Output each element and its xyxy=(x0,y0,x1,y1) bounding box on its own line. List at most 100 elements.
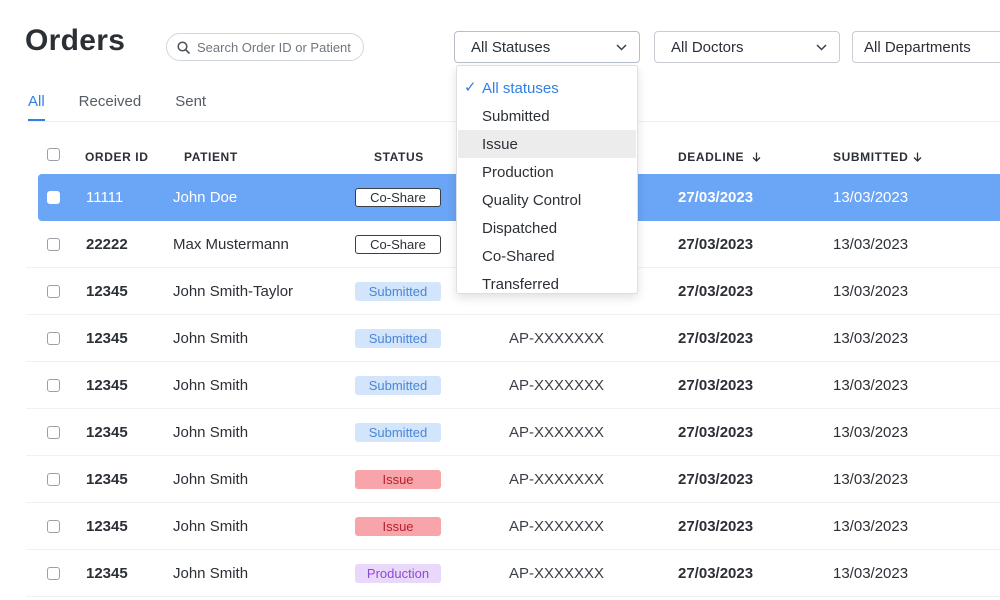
row-checkbox-cell xyxy=(47,409,60,455)
status-option-all-statuses[interactable]: ✓ All statuses xyxy=(458,74,636,102)
patient-cell: Max Mustermann xyxy=(173,235,289,253)
order-id-cell: 12345 xyxy=(86,423,128,441)
row-checkbox[interactable] xyxy=(47,331,60,345)
patient-cell: John Smith xyxy=(173,564,249,582)
header-submitted[interactable]: SUBMITTED xyxy=(833,150,922,164)
status-option-submitted[interactable]: Submitted xyxy=(458,102,636,130)
status-option-co-shared[interactable]: Co-Shared xyxy=(458,242,636,270)
checkmark-icon: ✓ xyxy=(464,79,477,96)
row-checkbox-cell xyxy=(47,174,60,220)
tab-received[interactable]: Received xyxy=(79,93,142,121)
order-id-cell: 22222 xyxy=(86,235,128,253)
reference-cell: AP-XXXXXXX xyxy=(509,564,605,582)
table-row[interactable]: 12345 John Smith Submitted AP-XXXXXXX 27/03/… xyxy=(26,362,1000,409)
tab-sent[interactable]: Sent xyxy=(175,93,206,121)
search-icon xyxy=(177,40,190,54)
row-checkbox[interactable] xyxy=(47,190,60,204)
status-option-label: Co-Shared xyxy=(482,247,555,265)
row-checkbox[interactable] xyxy=(47,566,60,580)
order-id-cell: 12345 xyxy=(86,564,128,582)
row-checkbox-cell xyxy=(47,456,60,502)
deadline-cell: 27/03/2023 xyxy=(678,329,754,347)
patient-cell: John Doe xyxy=(173,188,238,206)
row-checkbox[interactable] xyxy=(47,284,60,298)
status-option-label: Dispatched xyxy=(482,219,558,237)
row-checkbox-cell xyxy=(47,268,60,314)
status-option-issue[interactable]: Issue xyxy=(458,130,636,158)
row-checkbox-cell xyxy=(47,550,60,596)
table-row[interactable]: 12345 John Smith Issue AP-XXXXXXX 27/03/2023… xyxy=(26,503,1000,550)
row-checkbox[interactable] xyxy=(47,425,60,439)
header-status[interactable]: STATUS xyxy=(374,150,424,164)
select-all-checkbox[interactable] xyxy=(47,148,60,161)
status-option-label: All statuses xyxy=(482,79,559,97)
table-row[interactable]: 12345 John Smith Submitted AP-XXXXXXX 27/03/… xyxy=(26,315,1000,362)
reference-cell: AP-XXXXXXX xyxy=(509,376,605,394)
status-option-production[interactable]: Production xyxy=(458,158,636,186)
header-patient[interactable]: PATIENT xyxy=(184,150,238,164)
status-badge: Co-Share xyxy=(355,234,441,254)
status-cell: Submitted xyxy=(355,268,441,314)
submitted-cell: 13/03/2023 xyxy=(833,517,909,535)
status-option-dispatched[interactable]: Dispatched xyxy=(458,214,636,242)
row-checkbox[interactable] xyxy=(47,378,60,392)
department-filter-select[interactable]: All Departments xyxy=(852,31,1000,63)
order-id-cell: 12345 xyxy=(86,470,128,488)
status-cell: Production xyxy=(355,550,441,596)
header-order-id[interactable]: ORDER ID xyxy=(85,150,148,164)
header-submitted-label: SUBMITTED xyxy=(833,150,909,164)
status-badge: Submitted xyxy=(355,281,441,301)
status-option-label: Production xyxy=(482,163,554,181)
status-option-label: Transferred xyxy=(482,275,559,293)
table-row[interactable]: 12345 John Smith Submitted AP-XXXXXXX 27/03/… xyxy=(26,409,1000,456)
search-input[interactable] xyxy=(197,39,357,55)
patient-cell: John Smith xyxy=(173,329,249,347)
submitted-cell: 13/03/2023 xyxy=(833,376,909,394)
submitted-cell: 13/03/2023 xyxy=(833,423,909,441)
status-badge: Submitted xyxy=(355,328,441,348)
header-deadline-label: DEADLINE xyxy=(678,150,745,164)
arrow-down-icon xyxy=(752,152,761,162)
reference-cell: AP-XXXXXXX xyxy=(509,423,605,441)
status-cell: Issue xyxy=(355,503,441,549)
doctor-filter-value: All Doctors xyxy=(671,38,744,56)
status-cell: Submitted xyxy=(355,315,441,361)
deadline-cell: 27/03/2023 xyxy=(678,470,754,488)
status-cell: Co-Share xyxy=(355,221,441,267)
chevron-down-icon xyxy=(816,43,827,51)
status-cell: Co-Share xyxy=(355,174,441,220)
order-id-cell: 11111 xyxy=(86,188,124,206)
page-title: Orders xyxy=(25,24,126,57)
submitted-cell: 13/03/2023 xyxy=(833,470,909,488)
table-row[interactable]: 12345 John Smith Issue AP-XXXXXXX 27/03/2023… xyxy=(26,456,1000,503)
row-checkbox[interactable] xyxy=(47,472,60,486)
deadline-cell: 27/03/2023 xyxy=(678,282,754,300)
search-box[interactable] xyxy=(166,33,364,61)
tab-all[interactable]: All xyxy=(28,93,45,121)
status-option-quality-control[interactable]: Quality Control xyxy=(458,186,636,214)
row-checkbox[interactable] xyxy=(47,237,60,251)
header-deadline[interactable]: DEADLINE xyxy=(678,150,761,164)
status-cell: Submitted xyxy=(355,409,441,455)
row-checkbox[interactable] xyxy=(47,519,60,533)
row-checkbox-cell xyxy=(47,503,60,549)
status-option-label: Issue xyxy=(482,135,518,153)
reference-cell: AP-XXXXXXX xyxy=(509,329,605,347)
status-dropdown-menu: ✓ All statuses Submitted Issue Production Qua… xyxy=(456,65,638,294)
status-badge: Issue xyxy=(355,516,441,536)
deadline-cell: 27/03/2023 xyxy=(678,376,754,394)
deadline-cell: 27/03/2023 xyxy=(678,188,754,206)
status-cell: Submitted xyxy=(355,362,441,408)
status-filter-value: All Statuses xyxy=(471,38,551,56)
status-filter-select[interactable]: All Statuses xyxy=(454,31,640,63)
status-badge: Co-Share xyxy=(355,187,441,207)
deadline-cell: 27/03/2023 xyxy=(678,235,754,253)
patient-cell: John Smith-Taylor xyxy=(173,282,294,300)
status-badge: Submitted xyxy=(355,422,441,442)
status-badge: Production xyxy=(355,563,441,583)
department-filter-value: All Departments xyxy=(864,38,971,56)
table-row[interactable]: 12345 John Smith Production AP-XXXXXXX 27/03… xyxy=(26,550,1000,597)
status-cell: Issue xyxy=(355,456,441,502)
status-option-transferred[interactable]: Transferred xyxy=(458,270,636,298)
doctor-filter-select[interactable]: All Doctors xyxy=(654,31,840,63)
